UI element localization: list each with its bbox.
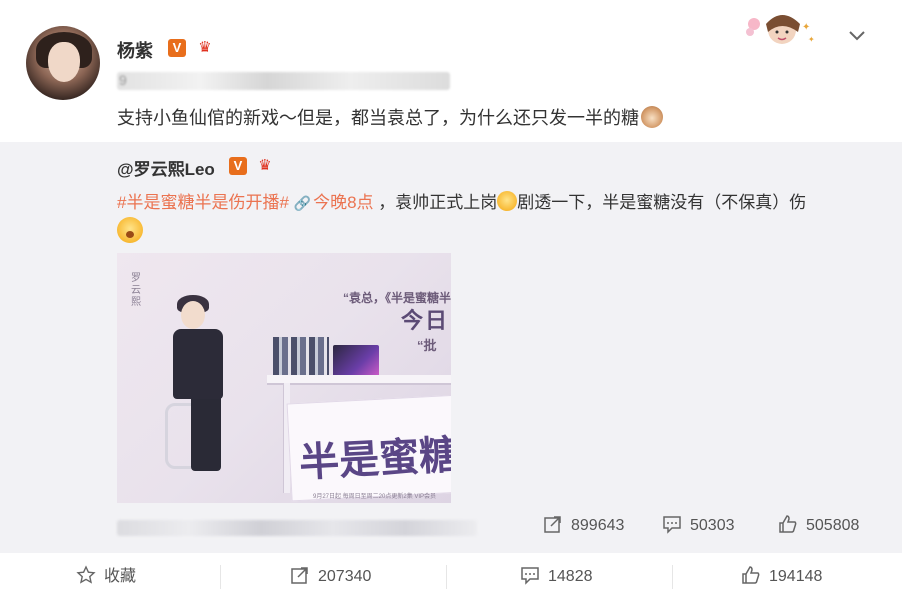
poster-man-body xyxy=(173,329,223,399)
star-icon xyxy=(76,565,96,585)
repost-text: #半是蜜糖半是伤开播# 🔗 今晚8点 ，袁帅正式上岗 剧透一下，半是蜜糖没有（不保真… xyxy=(117,188,806,213)
yawn-emoji-icon xyxy=(117,217,143,243)
divider xyxy=(446,565,447,589)
repost-repost-count[interactable]: 899643 xyxy=(543,514,624,538)
like-button[interactable]: 194148 xyxy=(741,565,822,589)
poster-date-line: 9月27日起 每周日至周二20点更新2集 VIP会员 xyxy=(313,494,437,500)
svg-text:✦: ✦ xyxy=(802,22,810,33)
poster-side-text: 罗云熙 xyxy=(131,273,141,308)
repost-like-value: 505808 xyxy=(806,517,860,534)
comment-icon xyxy=(520,565,540,585)
poster-monitor xyxy=(333,345,379,377)
repost-text-part1: ，袁帅正式上岗 xyxy=(378,193,498,212)
like-count: 194148 xyxy=(769,568,823,585)
share-icon xyxy=(290,565,310,585)
comment-button[interactable]: 14828 xyxy=(520,565,593,589)
chevron-down-icon[interactable] xyxy=(846,24,868,46)
repost-text-part2: 剧透一下，半是蜜糖没有（不保真）伤 xyxy=(517,193,807,212)
poster-desk xyxy=(267,375,451,385)
avatar-face xyxy=(48,42,80,82)
divider xyxy=(672,565,673,589)
verified-badge-icon: V xyxy=(168,39,186,57)
repost-meta-blurred xyxy=(117,520,477,536)
repost-button[interactable]: 207340 xyxy=(290,565,371,589)
repost-link-label: 今晚8点 xyxy=(313,193,374,212)
link-icon: 🔗 xyxy=(293,195,312,211)
repost-author[interactable]: @罗云熙Leo xyxy=(117,155,215,180)
repost-comment-count[interactable]: 50303 xyxy=(662,514,735,538)
poster-headline: 今日 xyxy=(401,308,450,333)
svg-text:✦: ✦ xyxy=(808,35,815,44)
comment-icon xyxy=(662,514,682,534)
poster-image[interactable]: 罗云熙 “袁总，《半是蜜糖半是 今日 “批 半是蜜糖 半 9月27日起 每周日至… xyxy=(117,253,451,503)
poster-man-head xyxy=(181,301,205,329)
hashtag-link[interactable]: #半是蜜糖半是伤开播# xyxy=(117,193,289,212)
post-meta-partial: 9 xyxy=(119,72,127,88)
share-icon xyxy=(543,514,563,534)
username[interactable]: 杨紫 xyxy=(117,37,153,63)
cat-emoji-icon xyxy=(641,106,663,128)
poster-man-legs xyxy=(191,393,221,471)
poster-books xyxy=(273,337,329,377)
repost-comment-value: 50303 xyxy=(690,517,735,534)
poster-approve: “批 xyxy=(417,338,437,353)
favorite-label: 收藏 xyxy=(104,568,137,585)
repost-crown-icon: ♛ xyxy=(258,157,272,174)
comment-count: 14828 xyxy=(548,568,593,585)
weibo-post-card: 杨紫 V ♛ 9 ✦ ✦ 支持小鱼仙倌的新戏～但是，都当袁总了，为什么还只发一半… xyxy=(0,0,902,597)
repost-count: 207340 xyxy=(318,568,372,585)
favorite-button[interactable]: 收藏 xyxy=(76,565,136,589)
repost-repost-value: 899643 xyxy=(571,517,625,534)
thumbs-up-icon xyxy=(741,565,761,585)
avatar[interactable] xyxy=(26,26,100,100)
repost-verified-badge-icon: V xyxy=(229,157,247,175)
post-text: 支持小鱼仙倌的新戏～但是，都当袁总了，为什么还只发一半的糖 xyxy=(117,104,663,130)
post-text-content: 支持小鱼仙倌的新戏～但是，都当袁总了，为什么还只发一半的糖 xyxy=(117,108,639,128)
post-meta-blurred: 9 xyxy=(117,72,450,90)
thumbs-up-icon xyxy=(778,514,798,534)
crown-icon: ♛ xyxy=(198,39,212,56)
repost-link[interactable]: 🔗 今晚8点 xyxy=(294,193,374,212)
divider xyxy=(220,565,221,589)
poster-title: 半是蜜糖 半 xyxy=(298,430,451,486)
repost-like-count[interactable]: 505808 xyxy=(778,514,859,538)
sticker-icon: ✦ ✦ xyxy=(742,10,820,50)
crying-emoji-icon xyxy=(497,191,518,211)
